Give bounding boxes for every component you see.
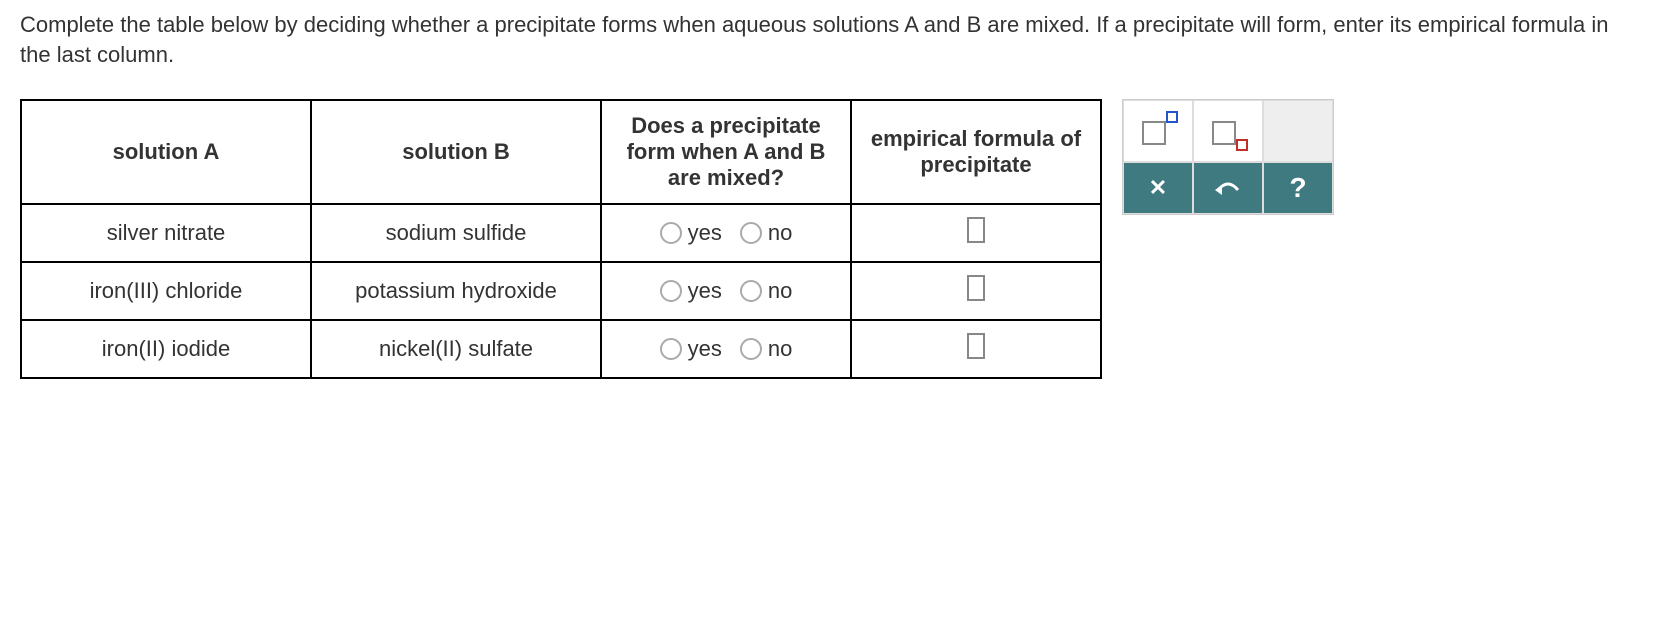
label-yes: yes	[688, 220, 722, 246]
question-text: Complete the table below by deciding whe…	[20, 10, 1638, 69]
table-row: silver nitrate sodium sulfide yes no	[21, 204, 1101, 262]
cell-solution-a: iron(II) iodide	[21, 320, 311, 378]
formula-input[interactable]	[967, 275, 985, 301]
undo-icon	[1215, 179, 1241, 197]
toolbox	[1122, 99, 1334, 215]
clear-button[interactable]	[1123, 162, 1193, 214]
superscript-button[interactable]	[1123, 100, 1193, 162]
help-icon	[1289, 172, 1306, 204]
cell-solution-b: nickel(II) sulfate	[311, 320, 601, 378]
close-icon	[1149, 175, 1167, 201]
radio-yes[interactable]	[660, 280, 682, 302]
subscript-button[interactable]	[1193, 100, 1263, 162]
radio-yes[interactable]	[660, 338, 682, 360]
label-yes: yes	[688, 278, 722, 304]
toolbox-spacer	[1263, 100, 1333, 162]
formula-input[interactable]	[967, 217, 985, 243]
radio-no[interactable]	[740, 280, 762, 302]
cell-solution-a: silver nitrate	[21, 204, 311, 262]
radio-no[interactable]	[740, 338, 762, 360]
header-precipitate: Does a precipitate form when A and B are…	[601, 100, 851, 204]
label-no: no	[768, 220, 792, 246]
radio-no[interactable]	[740, 222, 762, 244]
cell-solution-a: iron(III) chloride	[21, 262, 311, 320]
table-row: iron(III) chloride potassium hydroxide y…	[21, 262, 1101, 320]
radio-yes[interactable]	[660, 222, 682, 244]
cell-solution-b: potassium hydroxide	[311, 262, 601, 320]
cell-solution-b: sodium sulfide	[311, 204, 601, 262]
help-button[interactable]	[1263, 162, 1333, 214]
undo-button[interactable]	[1193, 162, 1263, 214]
formula-input[interactable]	[967, 333, 985, 359]
data-table: solution A solution B Does a precipitate…	[20, 99, 1102, 379]
label-yes: yes	[688, 336, 722, 362]
label-no: no	[768, 336, 792, 362]
superscript-icon	[1140, 113, 1176, 149]
label-no: no	[768, 278, 792, 304]
header-solution-a: solution A	[21, 100, 311, 204]
subscript-icon	[1210, 113, 1246, 149]
table-row: iron(II) iodide nickel(II) sulfate yes n…	[21, 320, 1101, 378]
header-solution-b: solution B	[311, 100, 601, 204]
header-formula: empirical formula of precipitate	[851, 100, 1101, 204]
